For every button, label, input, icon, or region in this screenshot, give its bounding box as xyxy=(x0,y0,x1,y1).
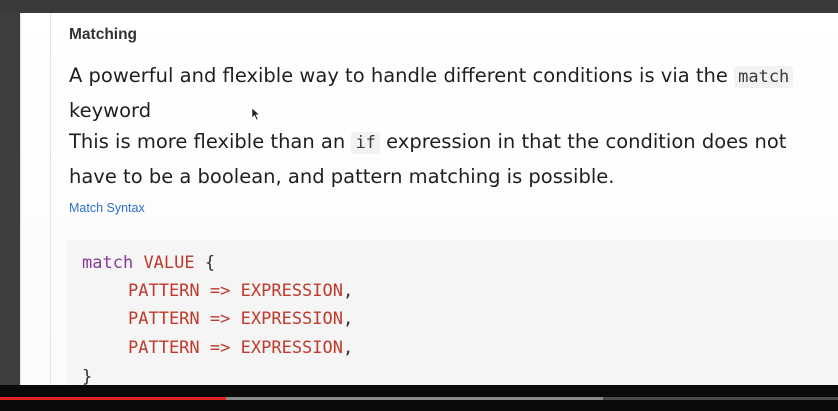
code-open-brace: { xyxy=(204,253,216,273)
video-progress-bar[interactable] xyxy=(0,397,838,400)
code-expression: EXPRESSION xyxy=(240,309,343,329)
code-value: VALUE xyxy=(143,253,195,273)
code-comma: , xyxy=(343,338,354,358)
code-line-1: match VALUE { xyxy=(82,249,215,277)
intro-keyword-text: keyword xyxy=(69,99,152,122)
code-block: match VALUE { PATTERN => EXPRESSION, PAT… xyxy=(67,240,838,387)
intro-text: A powerful and flexible way to handle di… xyxy=(69,64,735,87)
code-pattern: PATTERN xyxy=(128,309,200,329)
code-expression: EXPRESSION xyxy=(240,338,343,358)
code-pattern: PATTERN xyxy=(128,338,200,358)
inline-code-match: match xyxy=(734,66,794,88)
code-keyword: match xyxy=(82,253,134,273)
flexibility-paragraph: This is more flexible than an if express… xyxy=(69,125,809,193)
video-progress-buffered xyxy=(226,397,604,400)
code-line-2: PATTERN => EXPRESSION, xyxy=(128,277,353,305)
document-page: Matching A powerful and flexible way to … xyxy=(20,13,838,387)
code-pattern: PATTERN xyxy=(128,281,200,301)
left-gutter xyxy=(0,13,20,385)
video-player-bar xyxy=(0,385,838,411)
screen: Matching A powerful and flexible way to … xyxy=(0,0,838,411)
left-rule xyxy=(50,13,51,385)
flexibility-text-start: This is more flexible than an xyxy=(69,130,352,153)
inline-code-if: if xyxy=(351,132,380,154)
code-comma: , xyxy=(343,309,354,329)
top-bar xyxy=(0,0,838,13)
code-arrow: => xyxy=(209,281,231,301)
code-line-4: PATTERN => EXPRESSION, xyxy=(128,334,353,362)
section-title: Matching xyxy=(69,26,138,43)
match-syntax-link[interactable]: Match Syntax xyxy=(69,201,145,215)
code-arrow: => xyxy=(209,309,231,329)
code-comma: , xyxy=(343,281,354,301)
code-arrow: => xyxy=(209,338,231,358)
code-expression: EXPRESSION xyxy=(240,281,343,301)
code-close-brace: } xyxy=(82,367,93,387)
mouse-pointer-icon xyxy=(251,107,261,121)
intro-paragraph: A powerful and flexible way to handle di… xyxy=(69,59,809,127)
video-progress-played xyxy=(0,397,227,400)
code-line-3: PATTERN => EXPRESSION, xyxy=(128,305,353,333)
